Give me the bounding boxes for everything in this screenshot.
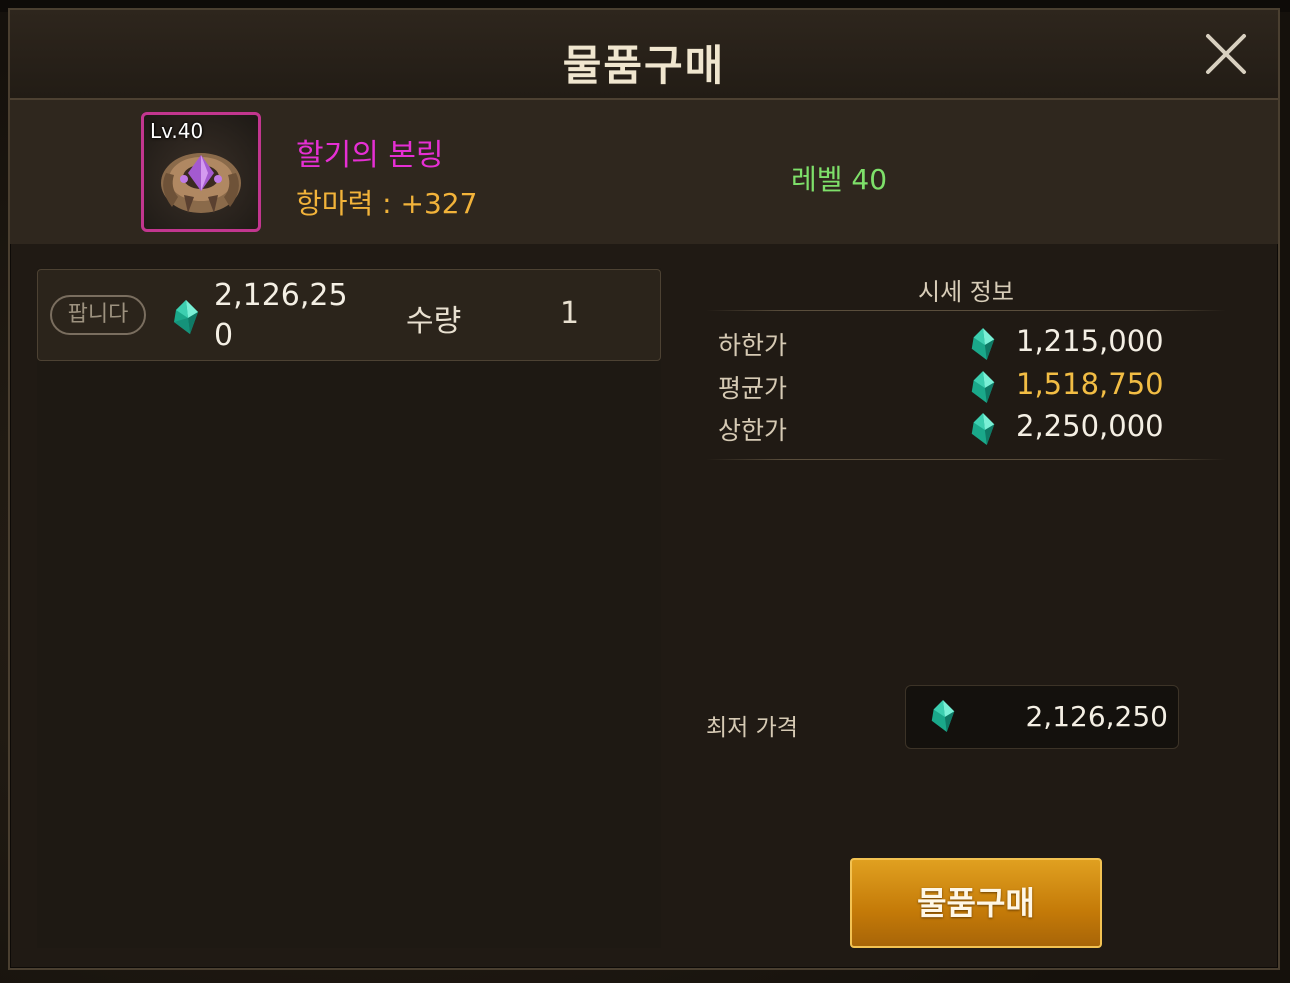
market-row-max: 상한가 2,250,000 (718, 409, 1218, 449)
gem-icon (968, 411, 998, 451)
market-row-value: 1,518,750 (1016, 367, 1164, 401)
sell-badge: 팝니다 (50, 295, 146, 335)
gem-icon (928, 698, 958, 738)
listing-price: 2,126,250 (214, 278, 348, 353)
market-divider-bottom (706, 459, 1226, 460)
buy-button[interactable]: 물품구매 (850, 858, 1102, 948)
item-name: 할기의 본링 (296, 138, 444, 173)
item-level-badge: Lv.40 (150, 119, 204, 143)
lowest-price-value: 2,126,250 (1025, 700, 1168, 733)
market-row-label: 평균가 (718, 374, 788, 403)
listing-panel (37, 268, 661, 948)
quantity-value: 1 (560, 296, 580, 331)
gem-icon (170, 298, 202, 340)
market-row-min: 하한가 1,215,000 (718, 324, 1218, 364)
lowest-price-label: 최저 가격 (706, 715, 798, 741)
market-row-value: 1,215,000 (1016, 324, 1164, 358)
gem-icon (968, 326, 998, 366)
market-row-label: 상한가 (718, 416, 788, 445)
market-divider-top (706, 310, 1226, 311)
market-row-label: 하한가 (718, 331, 788, 360)
item-required-level: 레벨 40 (791, 163, 888, 196)
quantity-label: 수량 (406, 304, 462, 339)
dialog-title: 물품구매 (562, 41, 726, 90)
listing-row[interactable]: 팝니다 2,126,250 수량 1 (37, 269, 661, 361)
dialog-titlebar: 물품구매 (10, 10, 1278, 100)
claw-ring-icon[interactable]: Lv.40 (141, 112, 261, 232)
lowest-price-field: 2,126,250 (905, 685, 1179, 749)
purchase-dialog: 물품구매 Lv.40 할기의 본링 항마력: +327 레벨 40 팝니다 2… (8, 8, 1280, 970)
market-row-value: 2,250,000 (1016, 409, 1164, 443)
item-stat: 항마력 : +327 (296, 187, 478, 220)
item-info-band: Lv.40 할기의 본링 항마력 : +327 레벨 40 (10, 100, 1278, 244)
gem-icon (968, 369, 998, 409)
close-icon[interactable] (1204, 32, 1248, 76)
market-row-avg: 평균가 1,518,750 (718, 367, 1218, 407)
market-price-title: 시세 정보 (918, 278, 1014, 306)
